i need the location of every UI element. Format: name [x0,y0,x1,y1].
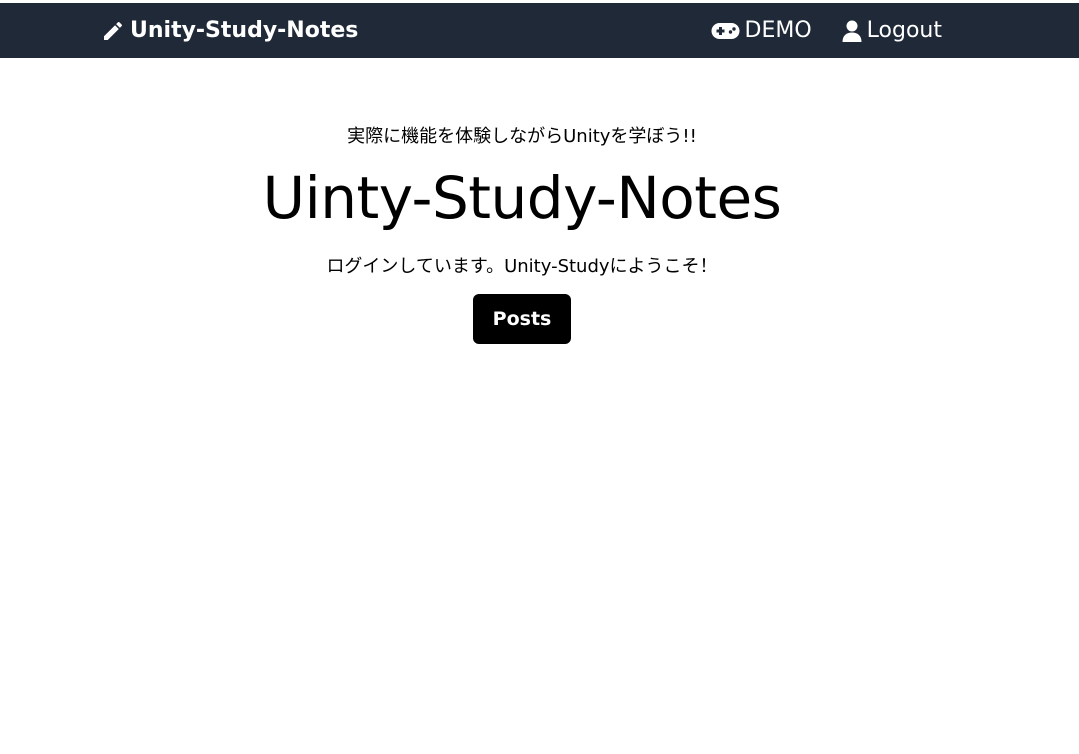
posts-button[interactable]: Posts [473,294,571,344]
hero-tagline: 実際に機能を体験しながらUnityを学ぼう!! [347,126,697,147]
user-icon [842,20,862,42]
logout-label: Logout [866,18,942,43]
brand-label: Unity-Study-Notes [130,18,359,43]
demo-label: DEMO [744,18,812,43]
pencil-icon [104,21,123,40]
hero-title: Uinty-Study-Notes [262,164,782,232]
gamepad-icon [711,22,740,39]
navbar: Unity-Study-Notes DEMO Logout [0,3,1079,58]
hero-section: 実際に機能を体験しながらUnityを学ぼう!! Uinty-Study-Note… [0,58,1044,344]
welcome-message: ログインしています。Unity-Studyにようこそ！ [326,256,718,277]
logout-link[interactable]: Logout [842,18,942,43]
brand-link[interactable]: Unity-Study-Notes [101,3,358,58]
demo-link[interactable]: DEMO [711,18,812,43]
nav-right: DEMO Logout [711,3,942,58]
